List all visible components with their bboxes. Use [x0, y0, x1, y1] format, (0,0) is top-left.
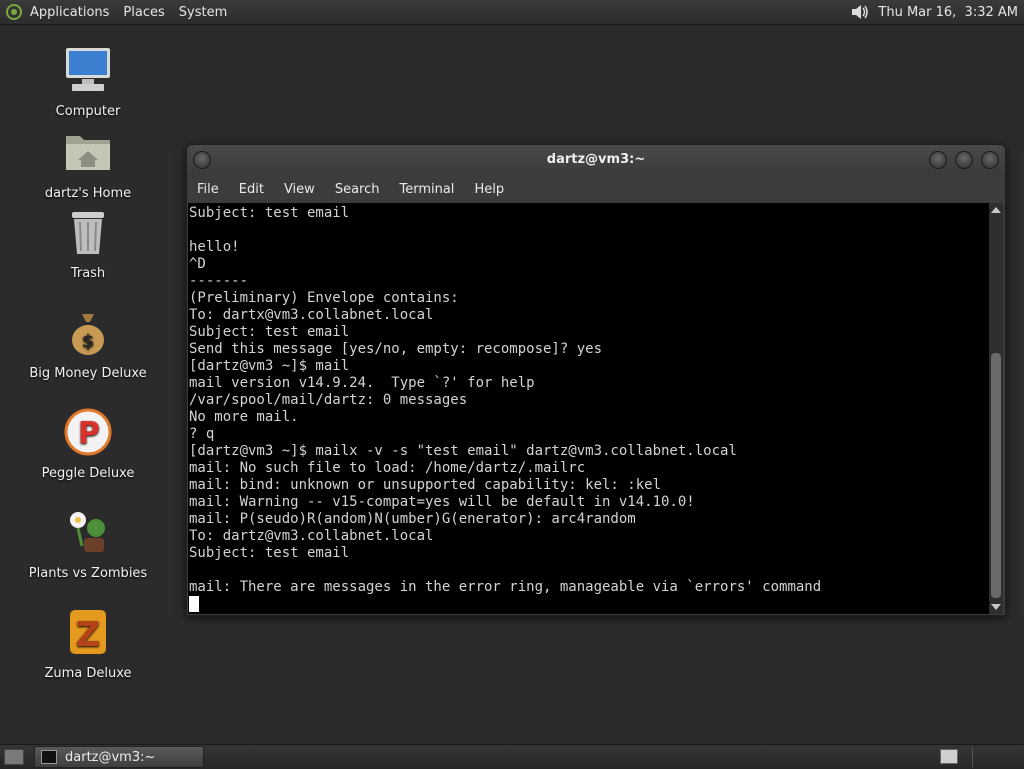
- maximize-icon[interactable]: [955, 151, 973, 169]
- desktop-icon-label: Computer: [55, 104, 121, 119]
- terminal-line: [dartz@vm3 ~]$ mail: [189, 358, 350, 374]
- desktop-icon-label: Peggle Deluxe: [41, 466, 135, 481]
- scrollbar-thumb[interactable]: [991, 353, 1001, 598]
- menu-help[interactable]: Help: [464, 182, 514, 197]
- menu-system[interactable]: System: [179, 5, 227, 20]
- desktop-icon-zuma[interactable]: Z Zuma Deluxe: [28, 606, 148, 681]
- desktop-icon-trash[interactable]: Trash: [28, 206, 148, 281]
- taskbar-terminal-label: dartz@vm3:~: [65, 749, 156, 765]
- volume-icon[interactable]: [850, 3, 870, 21]
- terminal-line: mail: There are messages in the error ri…: [189, 579, 822, 595]
- svg-text:$: $: [82, 331, 95, 352]
- desktop-icon-label: Zuma Deluxe: [44, 666, 132, 681]
- terminal-line: -------: [189, 273, 249, 289]
- menu-applications[interactable]: Applications: [30, 5, 109, 20]
- terminal-line: /var/spool/mail/dartz: 0 messages: [189, 392, 468, 408]
- menu-edit[interactable]: Edit: [229, 182, 274, 197]
- terminal-line: Subject: test email: [189, 205, 350, 221]
- desktop-icon-peggle[interactable]: P Peggle Deluxe: [28, 406, 148, 481]
- terminal-line: mail: No such file to load: /home/dartz/…: [189, 460, 586, 476]
- menu-places[interactable]: Places: [123, 5, 164, 20]
- terminal-line: Subject: test email: [189, 324, 350, 340]
- terminal-text: Subject: test email hello! ^D ------- (P…: [188, 203, 989, 614]
- panel-divider: [972, 747, 973, 767]
- desktop-icon-home[interactable]: dartz's Home: [28, 126, 148, 201]
- menu-view[interactable]: View: [274, 182, 325, 197]
- terminal-line: ? q: [189, 426, 215, 442]
- zuma-icon: Z: [70, 610, 106, 655]
- trash-icon: [72, 212, 104, 254]
- desktop-icon-label: Big Money Deluxe: [29, 366, 147, 381]
- clock[interactable]: Thu Mar 16, 3:32 AM: [878, 5, 1018, 20]
- terminal-line: hello!: [189, 239, 240, 255]
- desktop-icon-plants-vs-zombies[interactable]: Plants vs Zombies: [28, 506, 148, 581]
- desktop-icon-computer[interactable]: Computer: [28, 44, 148, 119]
- menu-search[interactable]: Search: [325, 182, 390, 197]
- scroll-down-icon[interactable]: [991, 604, 1001, 610]
- menu-file[interactable]: File: [187, 182, 229, 197]
- terminal-line: mail: bind: unknown or unsupported capab…: [189, 477, 662, 493]
- menu-terminal[interactable]: Terminal: [389, 182, 464, 197]
- minimize-icon[interactable]: [929, 151, 947, 169]
- home-folder-icon: [66, 136, 110, 170]
- top-panel: Applications Places System Thu Mar 16, 3…: [0, 0, 1024, 25]
- computer-icon: [66, 48, 110, 91]
- workspace-switcher[interactable]: [940, 749, 958, 764]
- terminal-line: ^D: [189, 256, 206, 272]
- peggle-icon: P: [64, 408, 112, 456]
- window-titlebar[interactable]: dartz@vm3:~: [187, 145, 1005, 175]
- top-panel-tray: Thu Mar 16, 3:32 AM: [850, 0, 1018, 24]
- terminal-window: dartz@vm3:~ File Edit View Search Termin…: [186, 144, 1006, 616]
- terminal-cursor: [189, 596, 199, 612]
- desktop-icon-label: Trash: [70, 266, 106, 281]
- bottom-panel: dartz@vm3:~: [0, 744, 1024, 769]
- terminal-line: mail: Warning -- v15-compat=yes will be …: [189, 494, 695, 510]
- desktop-icon-label: dartz's Home: [44, 186, 132, 201]
- distro-logo-icon[interactable]: [6, 4, 22, 20]
- taskbar-terminal-button[interactable]: dartz@vm3:~: [34, 746, 204, 768]
- terminal-line: To: dartz@vm3.collabnet.local: [189, 528, 434, 544]
- desktop-icon-big-money[interactable]: $ Big Money Deluxe: [28, 306, 148, 381]
- terminal-scrollbar[interactable]: [989, 203, 1003, 614]
- svg-text:P: P: [78, 416, 100, 451]
- top-menus: Applications Places System: [6, 0, 241, 24]
- terminal-menubar: File Edit View Search Terminal Help: [187, 175, 1005, 203]
- terminal-line: mail: P(seudo)R(andom)N(umber)G(enerator…: [189, 511, 636, 527]
- terminal-line: (Preliminary) Envelope contains:: [189, 290, 459, 306]
- terminal-output[interactable]: Subject: test email hello! ^D ------- (P…: [188, 203, 989, 614]
- plants-vs-zombies-icon: [70, 512, 105, 552]
- terminal-icon: [41, 750, 57, 764]
- close-icon[interactable]: [981, 151, 999, 169]
- show-desktop-icon[interactable]: [4, 749, 24, 765]
- terminal-line: No more mail.: [189, 409, 299, 425]
- scroll-up-icon[interactable]: [991, 207, 1001, 213]
- money-bag-icon: $: [72, 314, 104, 355]
- terminal-line: To: dartx@vm3.collabnet.local: [189, 307, 434, 323]
- terminal-line: Subject: test email: [189, 545, 350, 561]
- window-title: dartz@vm3:~: [546, 152, 646, 167]
- terminal-line: Send this message [yes/no, empty: recomp…: [189, 341, 603, 357]
- desktop-icon-label: Plants vs Zombies: [28, 566, 148, 581]
- svg-text:Z: Z: [76, 615, 101, 655]
- terminal-line: [dartz@vm3 ~]$ mailx -v -s "test email" …: [189, 443, 737, 459]
- terminal-line: mail version v14.9.24. Type `?' for help: [189, 375, 535, 391]
